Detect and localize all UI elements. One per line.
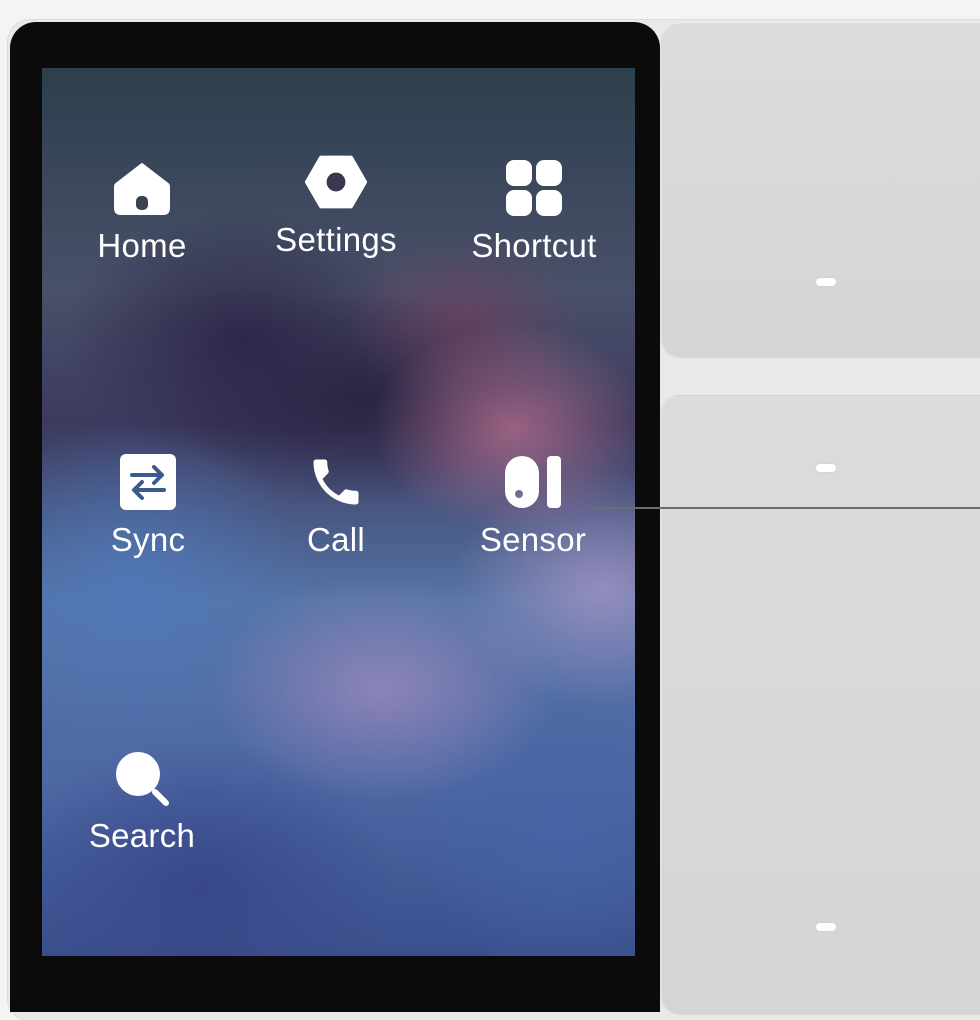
app-search[interactable]: Search: [82, 746, 202, 856]
sensor-icon: [501, 450, 565, 514]
app-label: Sync: [110, 521, 186, 558]
app-shortcut[interactable]: Shortcut: [454, 156, 614, 266]
app-label: Call: [306, 521, 366, 558]
key-indicator: [816, 278, 836, 286]
touch-screen: Home Settings Shortcut Sync Call Sensor …: [42, 68, 635, 956]
grid-icon: [502, 156, 566, 220]
app-label: Shortcut: [471, 227, 597, 264]
home-icon: [110, 156, 174, 220]
app-label: Search: [88, 817, 196, 854]
hex-nut-icon: [304, 150, 368, 214]
app-sync[interactable]: Sync: [88, 450, 208, 560]
app-sensor[interactable]: Sensor: [468, 450, 598, 560]
callout-line: [590, 507, 980, 509]
phone-icon: [304, 450, 368, 514]
swap-arrows-icon: [116, 450, 180, 514]
key-indicator: [816, 464, 836, 472]
app-label: Sensor: [479, 521, 587, 558]
bottom-physical-key[interactable]: [662, 393, 980, 1013]
app-call[interactable]: Call: [276, 450, 396, 560]
search-icon: [110, 746, 174, 810]
app-home[interactable]: Home: [82, 156, 202, 266]
app-label: Settings: [275, 221, 397, 258]
key-indicator: [816, 923, 836, 931]
app-settings[interactable]: Settings: [262, 150, 410, 260]
app-label: Home: [97, 227, 187, 264]
top-physical-key[interactable]: [662, 22, 980, 356]
